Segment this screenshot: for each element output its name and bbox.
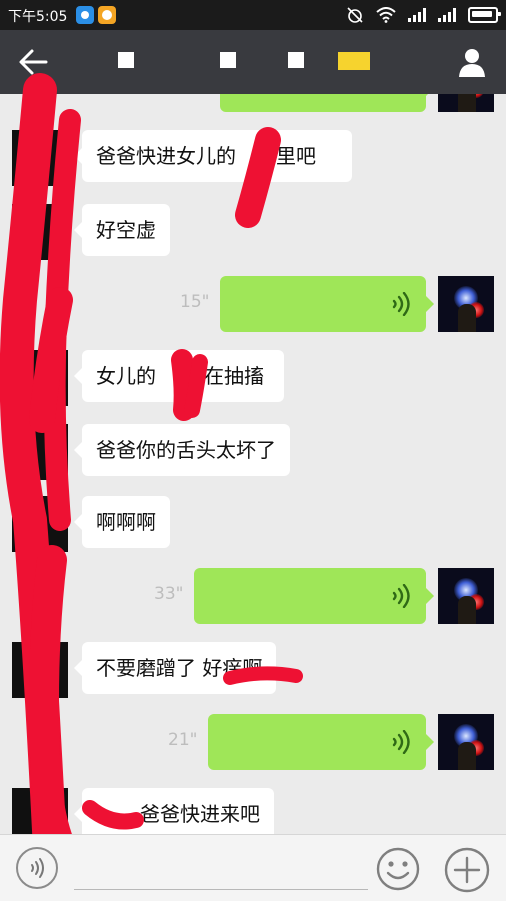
message-text-trail: 在抽搐 bbox=[204, 364, 264, 388]
signal-strength-icon bbox=[408, 8, 426, 22]
alarm-muted-icon bbox=[347, 7, 363, 23]
voice-wave-icon bbox=[392, 292, 410, 316]
contact-avatar[interactable] bbox=[12, 350, 68, 406]
voice-wave-icon bbox=[392, 584, 410, 608]
voice-input-toggle[interactable] bbox=[16, 847, 58, 889]
status-indicators bbox=[346, 6, 501, 24]
person-icon[interactable] bbox=[454, 44, 490, 80]
notification-app-icon bbox=[76, 6, 94, 24]
contact-avatar[interactable] bbox=[12, 424, 68, 480]
signal-strength-icon-2 bbox=[438, 8, 456, 22]
chat-message-bubble[interactable]: 好空虚 bbox=[74, 204, 170, 256]
chat-message-bubble[interactable]: 啊啊啊 bbox=[74, 496, 170, 548]
chat-message-bubble[interactable]: 爸爸快进来吧 bbox=[74, 788, 274, 834]
voice-message-bubble[interactable] bbox=[208, 714, 434, 770]
voice-message-bubble[interactable] bbox=[220, 276, 434, 332]
chat-message-list[interactable]: 爸爸快进女儿的 里吧 好空虚 15" 女儿的 在抽搐 爸爸你的舌头太坏了 啊啊啊 3… bbox=[0, 94, 506, 834]
contact-name-redacted-2 bbox=[220, 52, 236, 68]
voice-wave-icon bbox=[392, 730, 410, 754]
voice-duration: 15" bbox=[180, 292, 210, 312]
voice-message-bubble[interactable] bbox=[194, 568, 434, 624]
my-avatar[interactable] bbox=[438, 276, 494, 332]
chat-title-bar bbox=[0, 30, 506, 94]
message-text-trail: 里吧 bbox=[276, 144, 316, 168]
my-avatar[interactable] bbox=[438, 94, 494, 112]
message-text: 不要磨蹭了 好痒啊 bbox=[96, 656, 263, 680]
message-text: 爸爸你的舌头太坏了 bbox=[96, 438, 276, 462]
battery-icon bbox=[468, 7, 501, 23]
chat-message-bubble[interactable]: 不要磨蹭了 好痒啊 bbox=[73, 642, 277, 694]
contact-name-redacted-4 bbox=[338, 52, 370, 70]
status-bar: 下午5:05 bbox=[0, 0, 506, 30]
wifi-icon bbox=[376, 7, 396, 23]
contact-name-redacted-3 bbox=[288, 52, 304, 68]
contact-avatar[interactable] bbox=[12, 788, 68, 834]
message-input[interactable] bbox=[74, 851, 368, 890]
notification-app-icon-2 bbox=[98, 6, 116, 24]
contact-avatar[interactable] bbox=[12, 204, 68, 260]
contact-avatar[interactable] bbox=[12, 496, 68, 552]
chat-input-bar bbox=[0, 834, 506, 901]
back-arrow-icon[interactable] bbox=[16, 46, 52, 78]
chat-message-bubble[interactable]: 女儿的 在抽搐 bbox=[74, 350, 284, 402]
message-text: 好空虚 bbox=[96, 218, 156, 242]
contact-avatar[interactable] bbox=[12, 642, 68, 698]
smiley-icon[interactable] bbox=[376, 847, 420, 891]
my-avatar[interactable] bbox=[438, 714, 494, 770]
contact-avatar[interactable] bbox=[12, 130, 68, 186]
voice-wave-icon bbox=[31, 858, 44, 878]
message-text: 女儿的 bbox=[96, 364, 156, 388]
status-time: 下午5:05 bbox=[8, 9, 68, 25]
plus-icon[interactable] bbox=[444, 847, 490, 893]
message-text: 啊啊啊 bbox=[96, 510, 156, 534]
contact-name-redacted bbox=[118, 52, 134, 68]
chat-message-bubble[interactable]: 爸爸你的舌头太坏了 bbox=[74, 424, 290, 476]
voice-duration: 21" bbox=[168, 730, 198, 750]
my-avatar[interactable] bbox=[438, 568, 494, 624]
voice-message-partial[interactable] bbox=[220, 94, 434, 112]
message-text: 爸爸快进来吧 bbox=[140, 802, 260, 826]
voice-duration: 33" bbox=[154, 584, 184, 604]
chat-message-bubble[interactable]: 爸爸快进女儿的 里吧 bbox=[74, 130, 352, 182]
message-text: 爸爸快进女儿的 bbox=[96, 144, 236, 168]
